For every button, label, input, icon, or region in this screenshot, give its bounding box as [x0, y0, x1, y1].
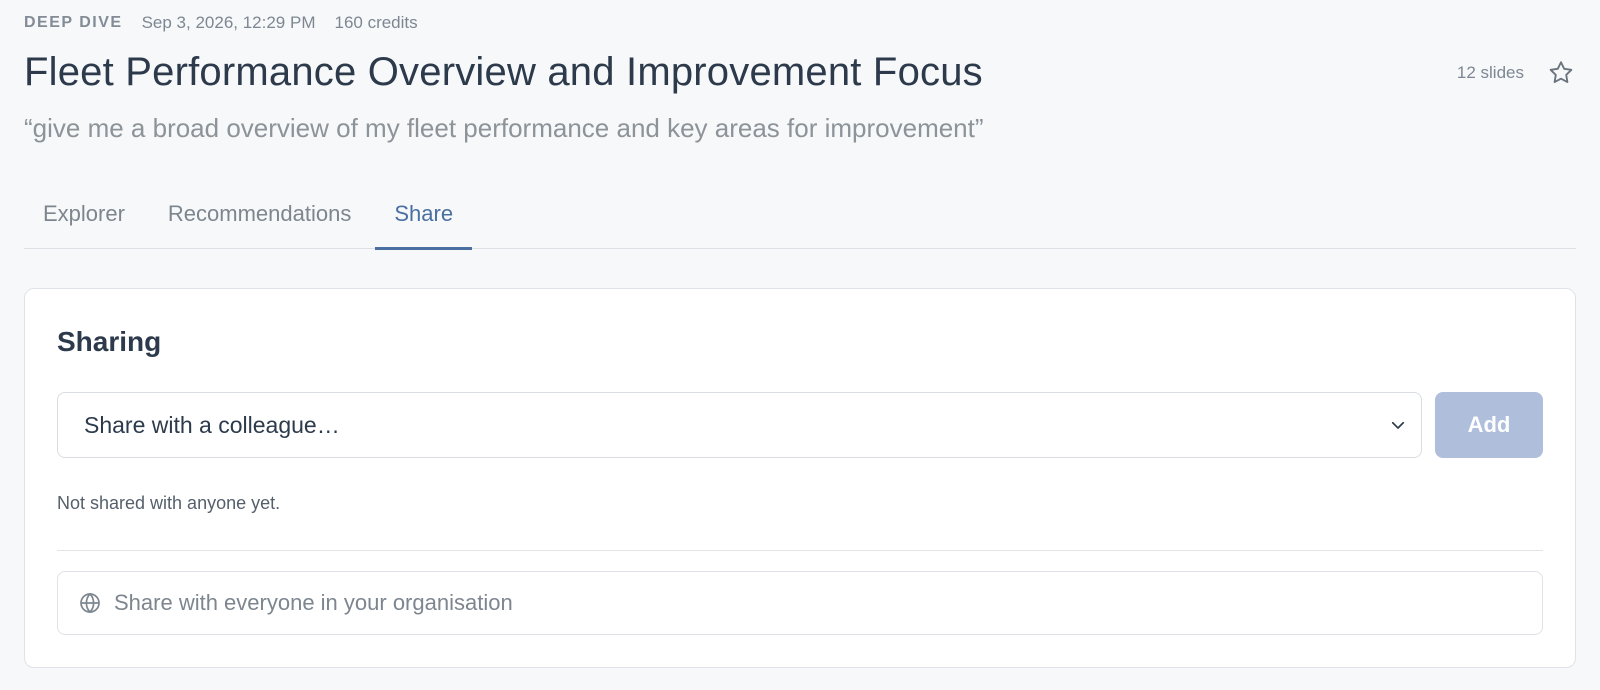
share-with-organisation[interactable]: Share with everyone in your organisation: [57, 571, 1543, 635]
report-prompt: “give me a broad overview of my fleet pe…: [24, 113, 984, 143]
divider: [57, 550, 1543, 551]
colleague-select-value: Share with a colleague…: [84, 411, 340, 438]
report-credits: 160 credits: [334, 13, 418, 32]
sharing-title: Sharing: [57, 326, 162, 357]
page-title: Fleet Performance Overview and Improveme…: [24, 50, 983, 94]
slide-count: 12 slides: [1456, 63, 1524, 82]
report-kind: DEEP DIVE: [24, 14, 123, 31]
tab-explorer[interactable]: Explorer: [24, 190, 144, 249]
favorite-button[interactable]: [1546, 58, 1576, 88]
star-icon: [1549, 61, 1573, 83]
tab-share[interactable]: Share: [375, 190, 472, 250]
tab-bar: Explorer Recommendations Share: [24, 190, 1576, 250]
page: DEEP DIVE Sep 3, 2026, 12:29 PM 160 cred…: [0, 0, 1600, 690]
chevron-down-icon: [1391, 421, 1405, 429]
report-date: Sep 3, 2026, 12:29 PM: [141, 13, 316, 32]
add-button[interactable]: Add: [1435, 392, 1543, 458]
globe-icon: [80, 592, 100, 614]
header-actions: 12 slides: [1457, 58, 1576, 88]
sharing-card: Sharing Share with a colleague… Add Not …: [24, 288, 1576, 668]
share-empty-note: Not shared with anyone yet.: [57, 493, 281, 513]
share-with-organisation-label: Share with everyone in your organisation: [114, 590, 513, 615]
tab-recommendations[interactable]: Recommendations: [149, 190, 370, 249]
report-meta: DEEP DIVE Sep 3, 2026, 12:29 PM 160 cred…: [24, 13, 418, 33]
colleague-select[interactable]: Share with a colleague…: [57, 392, 1422, 458]
share-row: Share with a colleague… Add: [57, 392, 1543, 458]
